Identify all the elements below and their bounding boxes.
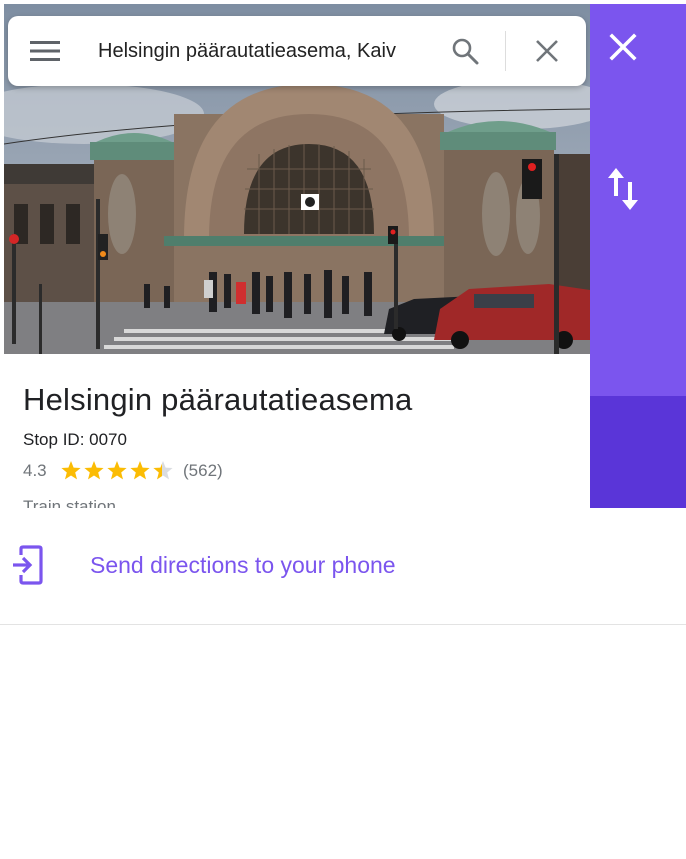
rating-value: 4.3 (23, 461, 47, 480)
search-divider (505, 31, 506, 71)
place-category[interactable]: Train station (23, 497, 116, 508)
search-box (8, 16, 586, 86)
send-to-phone-icon (13, 545, 43, 585)
star-rating (61, 461, 173, 480)
directions-panel: DIRECTIONS (590, 4, 686, 858)
search-input[interactable] (98, 36, 434, 66)
swap-vertical-icon[interactable] (606, 166, 640, 212)
send-directions-to-phone-button[interactable]: Send directions to your phone (0, 508, 686, 625)
close-icon[interactable] (534, 38, 560, 64)
star-icon (61, 461, 81, 480)
send-directions-label[interactable]: Send directions to your phone (90, 552, 396, 579)
place-title: Helsingin päärautatieasema (23, 382, 413, 417)
star-icon (84, 461, 104, 480)
star-icon (107, 461, 127, 480)
star-icon (130, 461, 150, 480)
close-directions-icon[interactable] (608, 32, 638, 62)
stop-id: Stop ID: 0070 (23, 430, 127, 449)
place-card: Helsingin päärautatieasema Stop ID: 0070… (4, 4, 590, 508)
half-star-icon (153, 461, 173, 480)
menu-icon[interactable] (30, 40, 60, 62)
directions-button-label[interactable]: DIRECTIONS (590, 836, 648, 859)
directions-button-area[interactable]: DIRECTIONS (590, 396, 686, 858)
search-icon[interactable] (451, 37, 479, 65)
review-count[interactable]: (562) (183, 461, 223, 481)
